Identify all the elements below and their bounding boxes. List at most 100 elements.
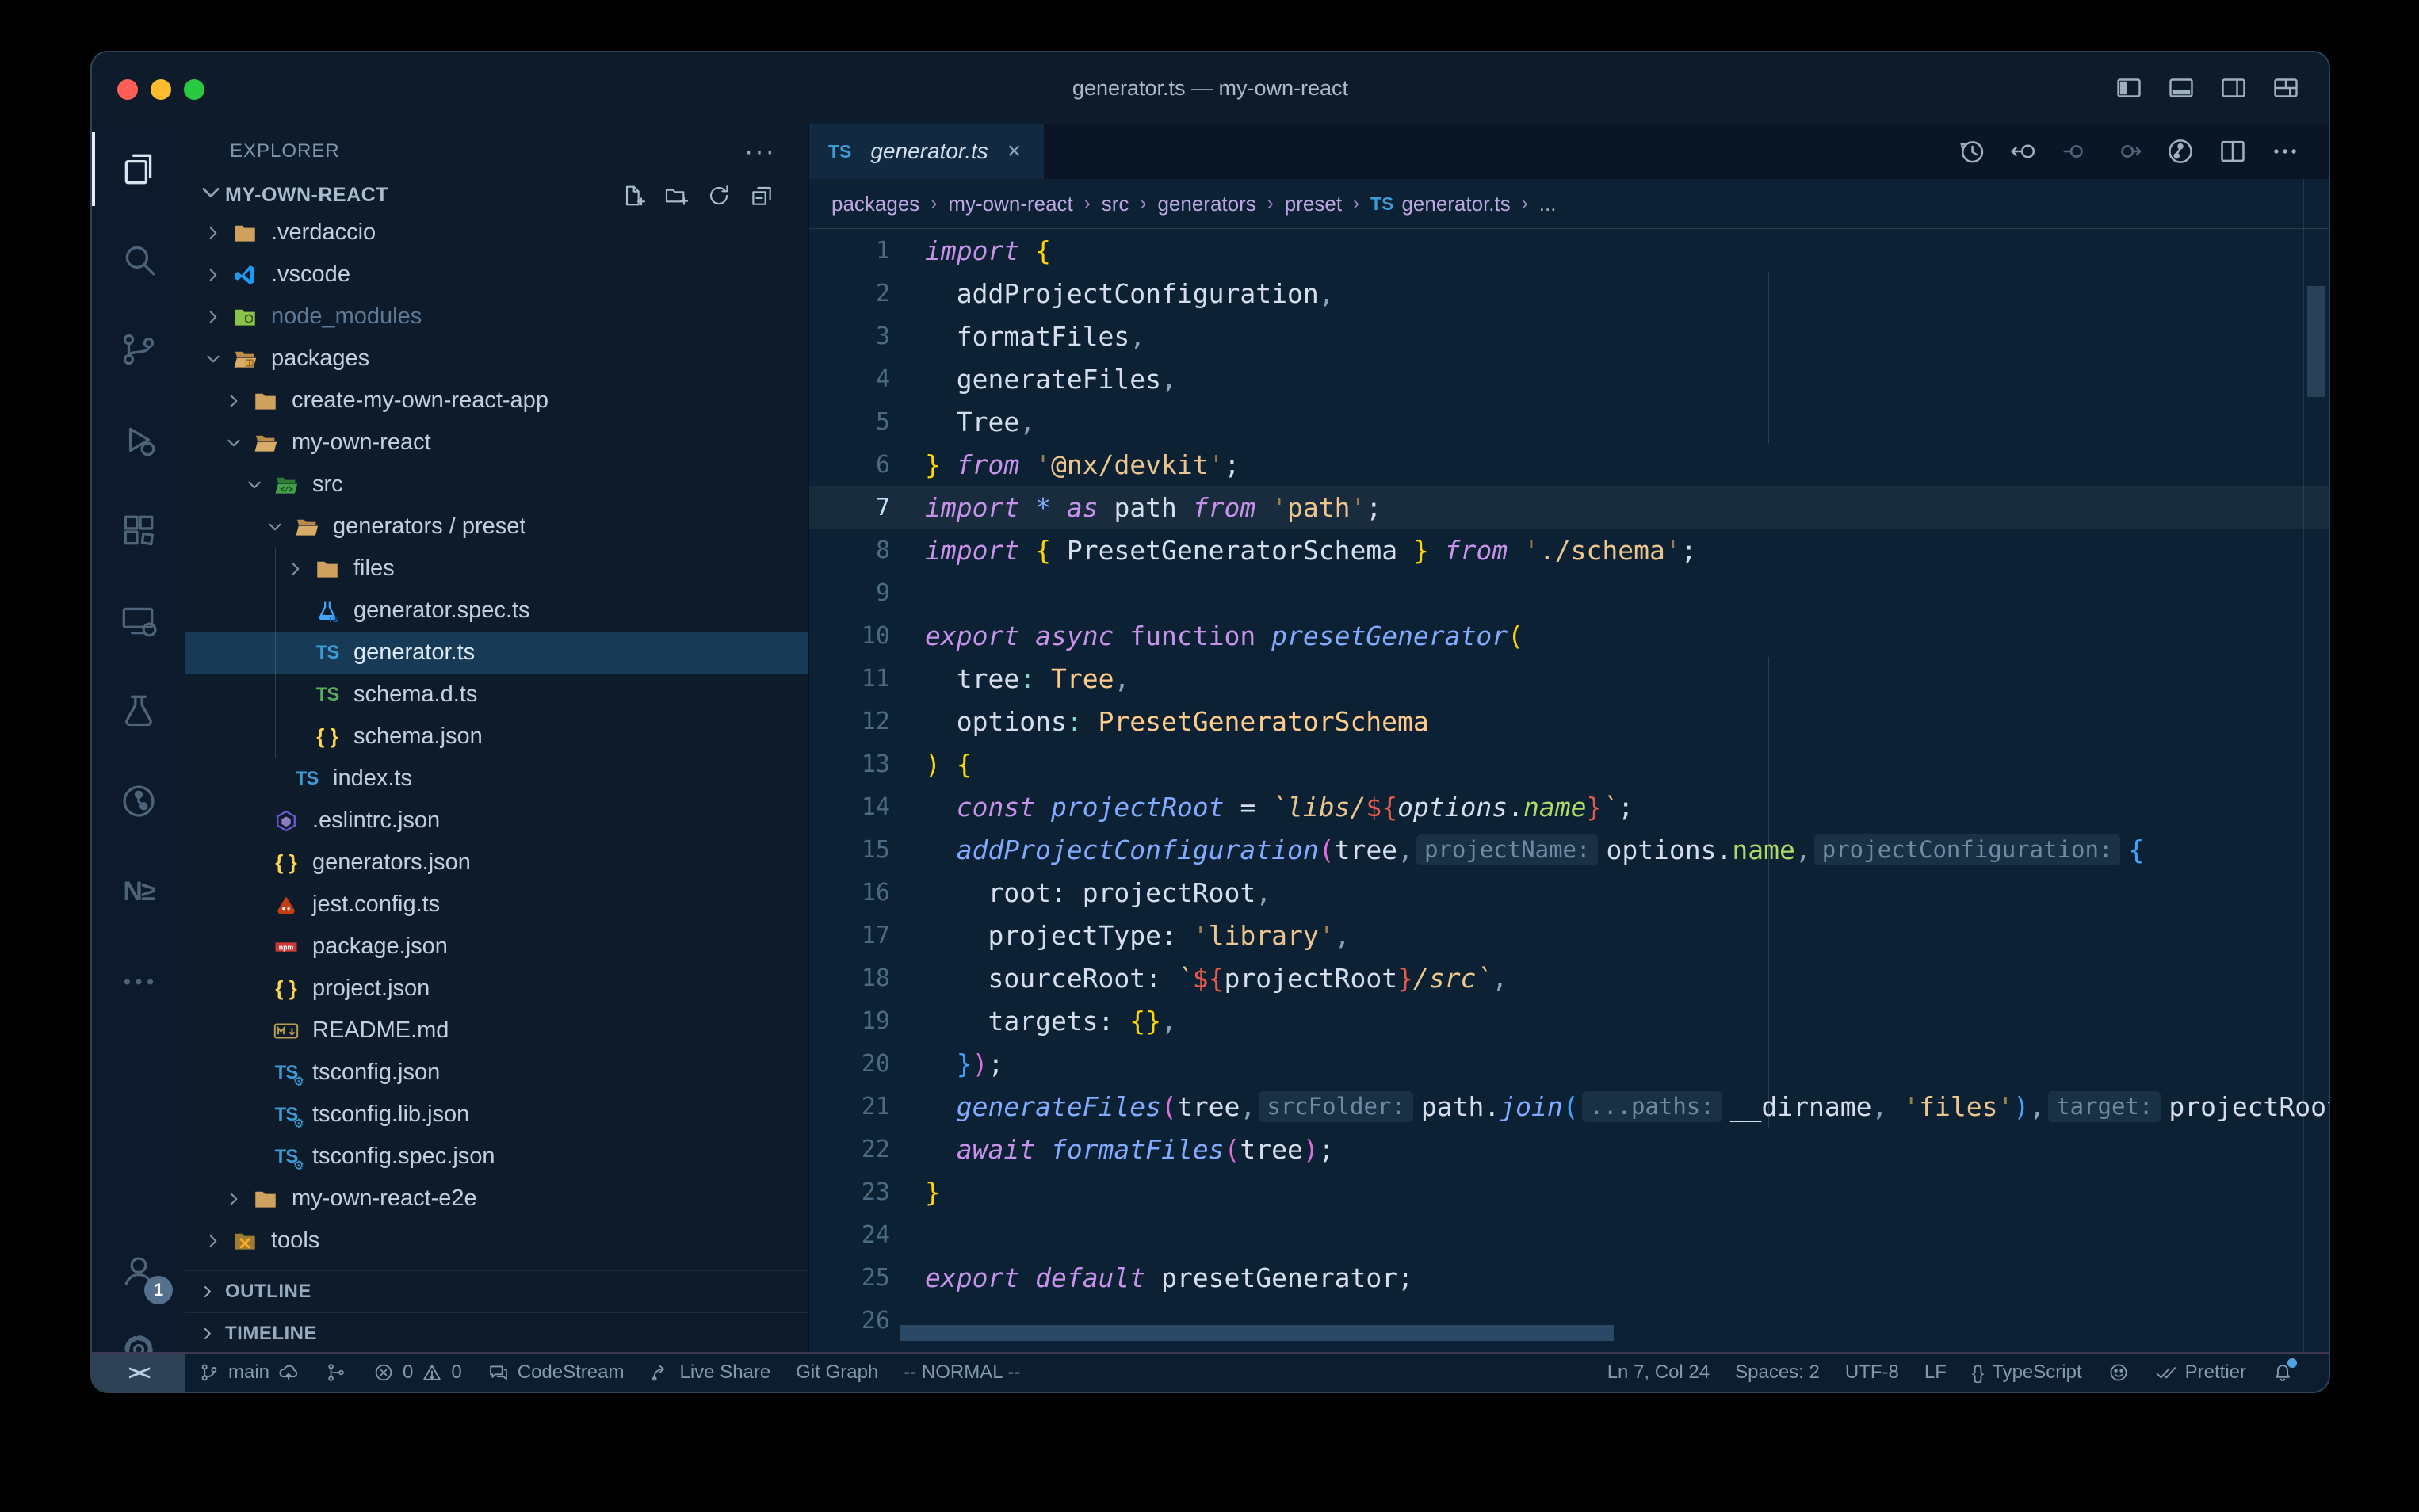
tree-item-tools[interactable]: tools [185,1220,808,1262]
activitybar-gitlens[interactable] [92,756,185,846]
layout-right-icon[interactable] [2219,74,2248,102]
code-line-16[interactable]: 16 root: projectRoot, [809,871,2329,914]
code-area[interactable]: 1import {2 addProjectConfiguration,3 for… [809,229,2329,1342]
line-number[interactable]: 15 [809,836,925,864]
vertical-scrollbar[interactable] [2303,179,2329,1352]
line-number[interactable]: 21 [809,1093,925,1121]
breadcrumb-item-preset[interactable]: preset [1285,192,1342,216]
vertical-scrollbar-thumb[interactable] [2307,286,2325,397]
code-line-21[interactable]: 21 generateFiles(tree,srcFolder:path.joi… [809,1085,2329,1128]
status-indentation[interactable]: Spaces: 2 [1722,1354,1832,1392]
collapse-all-button[interactable] [749,183,774,208]
tab-generator-ts[interactable]: TS generator.ts × [809,124,1044,179]
line-number[interactable]: 1 [809,237,925,265]
line-number[interactable]: 17 [809,922,925,949]
tree-item-my-own-react-e2e[interactable]: my-own-react-e2e [185,1178,808,1220]
line-number[interactable]: 8 [809,536,925,564]
tree-item-files[interactable]: files [185,548,808,590]
activitybar-search[interactable] [92,214,185,304]
tree-item-generator-spec-ts[interactable]: TSgenerator.spec.ts [185,590,808,632]
line-number[interactable]: 7 [809,494,925,521]
code-line-24[interactable]: 24 [809,1213,2329,1256]
open-changes-button[interactable] [2008,136,2039,166]
activitybar-extensions[interactable] [92,485,185,575]
line-number[interactable]: 24 [809,1221,925,1249]
status-remote-indicator[interactable]: >< [92,1354,185,1392]
activitybar-explorer[interactable] [92,124,185,214]
layout-bottom-icon[interactable] [2167,74,2195,102]
status-live-share[interactable]: Live Share [636,1354,783,1392]
status-git-graph-action[interactable] [312,1354,360,1392]
code-line-13[interactable]: 13) { [809,743,2329,785]
code-line-18[interactable]: 18 sourceRoot: `${projectRoot}/src`, [809,956,2329,999]
code-line-7[interactable]: 7import * as path from 'path'; [809,486,2329,529]
tree-item-generators-json[interactable]: { }generators.json [185,842,808,884]
activitybar-testing[interactable] [92,666,185,756]
line-number[interactable]: 22 [809,1136,925,1163]
refresh-button[interactable] [706,183,732,208]
tree-item--vscode[interactable]: .vscode [185,254,808,296]
status-feedback[interactable] [2095,1354,2142,1392]
status-language-mode[interactable]: {}TypeScript [1959,1354,2095,1392]
tree-item-package-json[interactable]: npmpackage.json [185,926,808,968]
tree-item--verdaccio[interactable]: .verdaccio [185,212,808,254]
prev-change-button[interactable] [2061,136,2091,166]
code-line-2[interactable]: 2 addProjectConfiguration, [809,272,2329,315]
next-change-button[interactable] [2113,136,2143,166]
code-line-11[interactable]: 11 tree: Tree, [809,657,2329,700]
line-number[interactable]: 11 [809,665,925,693]
status-vim-mode[interactable]: -- NORMAL -- [891,1354,1033,1392]
tree-item-schema-json[interactable]: { }schema.json [185,716,808,758]
tree-item-create-my-own-react-app[interactable]: create-my-own-react-app [185,380,808,422]
breadcrumb-item--[interactable]: ... [1539,192,1557,216]
line-number[interactable]: 2 [809,280,925,307]
activitybar-accounts[interactable]: 1 [92,1225,185,1315]
tree-item-readme-md[interactable]: README.md [185,1010,808,1052]
code-line-20[interactable]: 20 }); [809,1042,2329,1085]
activitybar-run-debug[interactable] [92,395,185,485]
line-number[interactable]: 13 [809,750,925,778]
tree-item-generator-ts[interactable]: TSgenerator.ts [185,632,808,674]
tree-item-src[interactable]: </>src [185,464,808,506]
breadcrumb-item-src[interactable]: src [1102,192,1129,216]
activitybar-more-views[interactable] [92,937,185,1027]
line-number[interactable]: 18 [809,964,925,992]
code-line-25[interactable]: 25export default presetGenerator; [809,1256,2329,1299]
layout-grid-icon[interactable] [2272,74,2300,102]
line-number[interactable]: 16 [809,879,925,907]
new-folder-button[interactable] [663,183,689,208]
split-editor-button[interactable] [2218,136,2248,166]
line-number[interactable]: 14 [809,793,925,821]
activitybar-nx-console[interactable]: N≥ [92,846,185,937]
tree-item-tsconfig-lib-json[interactable]: TS⚙tsconfig.lib.json [185,1094,808,1136]
new-file-button[interactable] [621,183,646,208]
code-line-8[interactable]: 8import { PresetGeneratorSchema } from '… [809,529,2329,571]
tree-item-packages[interactable]: packages [185,338,808,380]
outline-section-header[interactable]: OUTLINE [185,1270,808,1312]
code-line-5[interactable]: 5 Tree, [809,400,2329,443]
code-line-19[interactable]: 19 targets: {}, [809,999,2329,1042]
line-number[interactable]: 20 [809,1050,925,1078]
status-codestream[interactable]: CodeStream [475,1354,637,1392]
tree-item-node-modules[interactable]: node_modules [185,296,808,338]
breadcrumb-item-my-own-react[interactable]: my-own-react [948,192,1072,216]
code-line-4[interactable]: 4 generateFiles, [809,357,2329,400]
close-tab-icon[interactable]: × [1007,138,1022,165]
activitybar-source-control[interactable] [92,304,185,395]
activitybar-remote-explorer[interactable] [92,575,185,666]
tree-item-schema-d-ts[interactable]: TSschema.d.ts [185,674,808,716]
code-line-15[interactable]: 15 addProjectConfiguration(tree,projectN… [809,828,2329,871]
line-number[interactable]: 3 [809,323,925,350]
timeline-section-header[interactable]: TIMELINE [185,1312,808,1354]
status-cursor-position[interactable]: Ln 7, Col 24 [1595,1354,1722,1392]
sidebar-more-actions-button[interactable]: ··· [744,136,776,167]
line-number[interactable]: 5 [809,408,925,436]
project-root-row[interactable]: MY-OWN-REACT [185,179,808,212]
line-number[interactable]: 23 [809,1178,925,1206]
breadcrumb-item-generator-ts[interactable]: TSgenerator.ts [1370,192,1511,216]
tree-item-index-ts[interactable]: TSindex.ts [185,758,808,800]
tree-item-generators-preset[interactable]: generators / preset [185,506,808,548]
status-git-branch[interactable]: main [185,1354,312,1392]
more-button[interactable] [2270,136,2300,166]
tree-item-project-json[interactable]: { }project.json [185,968,808,1010]
